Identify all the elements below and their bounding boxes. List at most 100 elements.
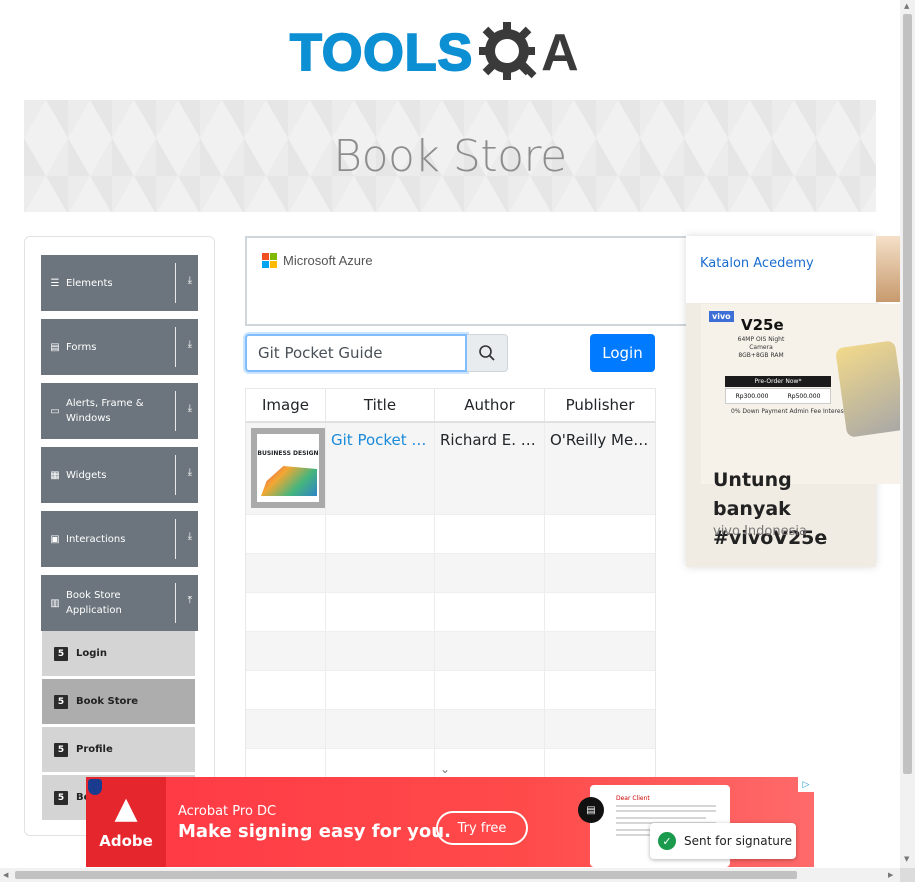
katalon-academy-link[interactable]: Katalon Acedemy — [700, 256, 814, 271]
search-button[interactable] — [467, 334, 508, 372]
page-banner: Book Store — [24, 100, 876, 212]
sidebar-group-alerts[interactable]: ▭ Alerts, Frame & Windows ⤓ — [41, 383, 198, 439]
sidebar-group-label: Widgets — [66, 469, 107, 481]
ad-microsoft-azure[interactable]: Microsoft Azure — [245, 236, 690, 326]
interaction-icon: ▣ — [50, 533, 60, 545]
sidebar-item-label: Login — [76, 648, 107, 659]
horizontal-scrollbar[interactable]: ◀ ▶ — [0, 868, 900, 882]
upload-arrow-icon: ⤒ — [187, 595, 192, 606]
ad-tagline: Make signing easy for you. — [178, 821, 451, 842]
divider — [175, 583, 176, 623]
book-title-link[interactable]: Git Pocket Guide — [326, 423, 435, 514]
ad-brand: Microsoft Azure — [283, 253, 373, 268]
adobe-a-icon: ▲ — [114, 791, 138, 826]
ad-advertiser: vivo Indonesia — [713, 524, 807, 539]
table-row — [246, 710, 655, 749]
ad-top-area: Katalon Acedemy — [686, 236, 876, 303]
sidebar-item-login[interactable]: 5 Login — [42, 631, 195, 677]
sidebar-item-label: Book Store — [76, 696, 139, 707]
doc-title: Dear Client — [616, 795, 650, 802]
gear-icon — [479, 22, 537, 80]
table-row — [246, 515, 655, 554]
html5-icon: 5 — [54, 790, 68, 805]
gift-value: Rp500.000 — [787, 392, 821, 400]
phone-image — [835, 340, 907, 438]
table-row — [246, 632, 655, 671]
table-row — [246, 671, 655, 710]
download-arrow-icon: ⤓ — [187, 275, 192, 286]
pdf-document-icon: ▤ — [578, 797, 604, 823]
ad-side-image — [876, 236, 900, 302]
books-table: Image Title Author Publisher BUSINESS DE… — [245, 388, 656, 788]
search-input[interactable] — [245, 334, 467, 372]
microsoft-logo: Microsoft Azure — [262, 253, 373, 268]
scroll-left-arrow-icon[interactable]: ◀ — [3, 871, 8, 879]
books-icon: ▥ — [50, 597, 60, 609]
scroll-down-arrow-icon[interactable]: ▼ — [904, 855, 909, 863]
check-circle-icon: ✓ — [658, 832, 676, 850]
divider — [175, 519, 176, 559]
toast-text: Sent for signature — [684, 834, 792, 848]
spec-line: 64MP OIS Night Camera — [737, 336, 785, 351]
try-free-button[interactable]: Try free — [436, 811, 528, 845]
column-header-image[interactable]: Image — [246, 389, 326, 421]
vertical-scrollbar-thumb[interactable] — [903, 14, 912, 774]
sidebar-item-book-store[interactable]: 5 Book Store — [42, 679, 195, 725]
ad-headline[interactable]: Untung banyak #vivoV25e — [713, 466, 873, 553]
download-arrow-icon: ⤓ — [187, 467, 192, 478]
scroll-right-arrow-icon[interactable]: ▶ — [888, 871, 893, 879]
table-row — [246, 554, 655, 593]
login-button[interactable]: Login — [590, 334, 655, 372]
sidebar-group-forms[interactable]: ▤ Forms ⤓ — [41, 319, 198, 375]
sidebar-group-label: Forms — [66, 341, 97, 353]
table-row: BUSINESS DESIGN Git Pocket Guide Richard… — [246, 423, 655, 515]
column-header-author[interactable]: Author — [435, 389, 545, 421]
grid-icon: ▦ — [50, 469, 60, 481]
table-row — [246, 593, 655, 632]
toolsqa-logo[interactable]: TOOLS A — [289, 15, 620, 91]
table-header: Image Title Author Publisher — [246, 389, 655, 423]
microsoft-squares-icon — [262, 253, 277, 268]
divider — [175, 327, 176, 367]
page-title: Book Store — [333, 130, 567, 182]
vertical-scrollbar[interactable]: ▲ ▼ — [900, 0, 915, 868]
sidebar-group-label: Interactions — [66, 533, 126, 545]
sidebar-group-elements[interactable]: ☰ Elements ⤓ — [41, 255, 198, 311]
sidebar-item-profile[interactable]: 5 Profile — [42, 727, 195, 773]
download-arrow-icon: ⤓ — [187, 531, 192, 542]
download-arrow-icon: ⤓ — [187, 403, 192, 414]
ad-vivo[interactable]: Katalon Acedemy vivo V25e 64MP OIS Night… — [686, 236, 907, 567]
ad-adobe-acrobat[interactable]: ▲ Adobe Acrobat Pro DC Make signing easy… — [86, 777, 814, 867]
gift-value: Rp300.000 — [735, 392, 769, 400]
chevron-down-icon[interactable]: ⌄ — [440, 762, 450, 776]
horizontal-scrollbar-thumb[interactable] — [15, 871, 797, 879]
scroll-up-arrow-icon[interactable]: ▲ — [904, 2, 909, 10]
scrollbar-corner — [900, 868, 915, 882]
product-specs: 64MP OIS Night Camera 8GB+8GB RAM — [731, 336, 791, 360]
search-box — [245, 334, 508, 372]
window-icon: ▭ — [50, 405, 60, 417]
divider — [175, 263, 176, 303]
shield-icon — [88, 779, 102, 795]
gift-box: Rp300.000 Rp500.000 — [725, 388, 831, 404]
search-icon — [479, 345, 495, 361]
sidebar-group-label: Book Store Application — [66, 590, 122, 616]
book-image-cell: BUSINESS DESIGN — [246, 423, 326, 514]
divider — [175, 455, 176, 495]
column-header-publisher[interactable]: Publisher — [545, 389, 655, 421]
sidebar-group-widgets[interactable]: ▦ Widgets ⤓ — [41, 447, 198, 503]
column-header-title[interactable]: Title — [326, 389, 435, 421]
divider — [175, 391, 176, 431]
html5-icon: 5 — [54, 742, 68, 757]
sidebar: ☰ Elements ⤓ ▤ Forms ⤓ ▭ Alerts, Frame &… — [24, 236, 215, 836]
sidebar-group-label: Elements — [66, 277, 113, 289]
sidebar-group-interactions[interactable]: ▣ Interactions ⤓ — [41, 511, 198, 567]
hamburger-icon: ☰ — [50, 277, 60, 289]
sidebar-group-book-store-application[interactable]: ▥ Book Store Application ⤒ — [41, 575, 198, 631]
adobe-wordmark: Adobe — [99, 832, 153, 850]
logo-text: TOOLS — [289, 23, 474, 83]
html5-icon: 5 — [54, 694, 68, 709]
spec-line: 8GB+8GB RAM — [738, 352, 784, 359]
sidebar-item-label: Profile — [76, 744, 113, 755]
adchoices-icon[interactable]: ▷ — [798, 777, 814, 792]
